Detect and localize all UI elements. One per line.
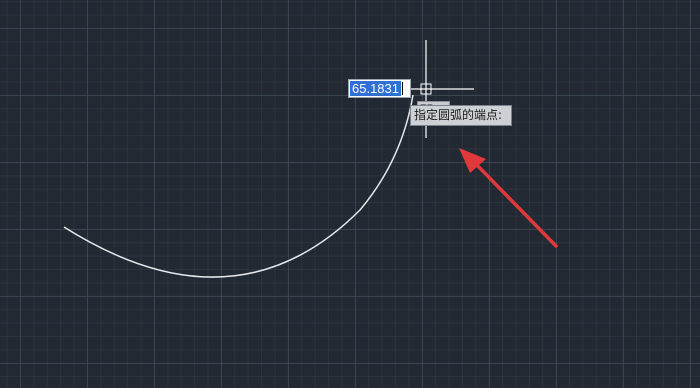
text-caret bbox=[402, 82, 403, 95]
distance-value: 65.1831 bbox=[350, 81, 401, 96]
drawing-overlay bbox=[63, 40, 558, 278]
distance-input[interactable]: 65.1831 bbox=[348, 79, 411, 98]
prompt-text: 指定圆弧的端点: bbox=[414, 108, 503, 122]
annotation-arrow bbox=[459, 148, 558, 248]
arc-preview bbox=[63, 94, 414, 278]
command-prompt-tooltip: 指定圆弧的端点: bbox=[410, 105, 513, 126]
